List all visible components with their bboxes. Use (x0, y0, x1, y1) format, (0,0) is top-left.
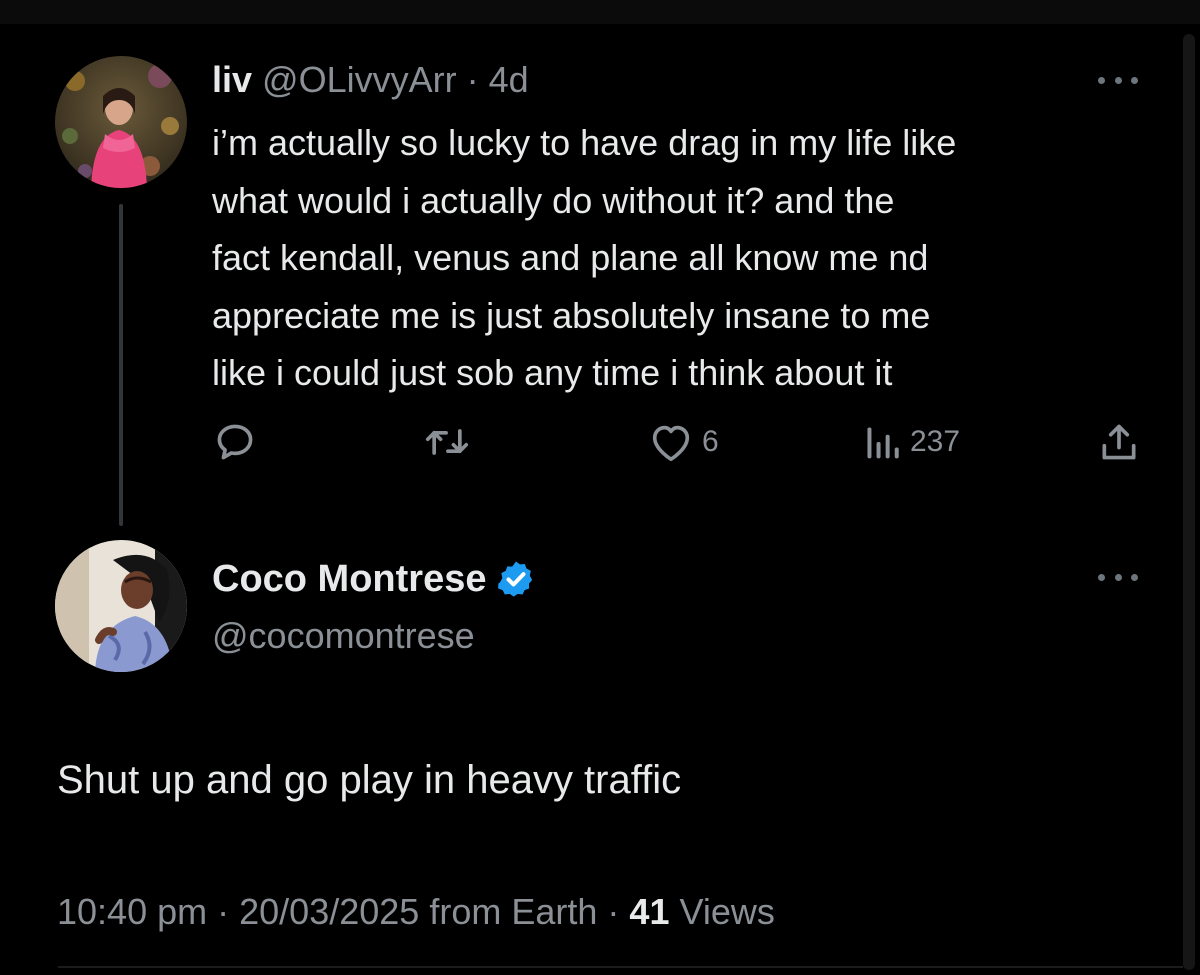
tweet-meta: 10:40 pm · 20/03/2025 from Earth · 41 Vi… (57, 888, 775, 936)
more-dot (1114, 573, 1122, 581)
handle-coco[interactable]: @cocomontrese (212, 613, 475, 659)
avatar-photo-coco (55, 540, 187, 672)
more-dot (1131, 76, 1138, 84)
verified-badge-icon[interactable] (496, 559, 536, 599)
meta-separator: · (607, 891, 620, 932)
thread-connector-line (119, 204, 123, 526)
views-button[interactable]: 237 (862, 420, 960, 464)
tweet-time[interactable]: 10:40 pm (57, 891, 207, 932)
display-name-liv[interactable]: liv (212, 59, 252, 100)
handle-liv[interactable]: @OLivvyArr (262, 59, 457, 100)
tweet-date[interactable]: 20/03/2025 (239, 891, 419, 932)
views-chart-icon (867, 427, 899, 459)
bottom-divider (58, 966, 1183, 968)
tweet-text-liv: i’m actually so lucky to have drag in my… (212, 114, 1172, 402)
tweet-views-count[interactable]: 41 (629, 891, 669, 932)
tweet-text-line: appreciate me is just absolutely insane … (212, 294, 931, 336)
heart-icon (652, 425, 690, 462)
avatar-photo-liv (55, 56, 187, 188)
more-dots-icon (1098, 573, 1105, 581)
tweet-header-liv: liv @OLivvyArr · 4d (212, 58, 529, 102)
display-name-coco[interactable]: Coco Montrese (212, 555, 486, 603)
retweet-button[interactable] (422, 420, 472, 464)
tweet-source: from Earth (429, 891, 598, 932)
tweet-text-coco: Shut up and go play in heavy traffic (57, 758, 682, 802)
share-icon (1102, 424, 1136, 460)
avatar-liv[interactable] (55, 56, 187, 188)
top-edge-strip (0, 0, 1200, 24)
scrollbar[interactable] (1183, 34, 1195, 970)
more-options-button[interactable] (1098, 70, 1138, 90)
avatar-coco[interactable] (55, 540, 187, 672)
tweet-age[interactable]: 4d (489, 59, 529, 100)
tweet-header-coco: Coco Montrese (212, 555, 536, 603)
share-button[interactable] (1097, 420, 1141, 464)
more-options-button[interactable] (1098, 567, 1138, 587)
views-count: 237 (910, 425, 961, 458)
tweet-text-line: fact kendall, venus and plane all know m… (212, 237, 929, 279)
meta-separator: · (217, 891, 230, 932)
like-count: 6 (702, 425, 719, 458)
header-separator: · (466, 59, 479, 100)
reply-button[interactable] (213, 420, 257, 464)
tweet-text-line: like i could just sob any time i think a… (212, 352, 893, 394)
reply-icon (217, 424, 253, 460)
like-button[interactable]: 6 (648, 420, 719, 464)
more-dot (1114, 76, 1122, 84)
more-dots-icon (1098, 76, 1105, 84)
tweet-text-line: i’m actually so lucky to have drag in my… (212, 122, 957, 163)
tweet-text-line: what would i actually do without it? and… (212, 179, 895, 221)
retweet-icon (425, 429, 469, 455)
tweet-views-label[interactable]: Views (679, 891, 774, 932)
more-dot (1131, 573, 1138, 581)
